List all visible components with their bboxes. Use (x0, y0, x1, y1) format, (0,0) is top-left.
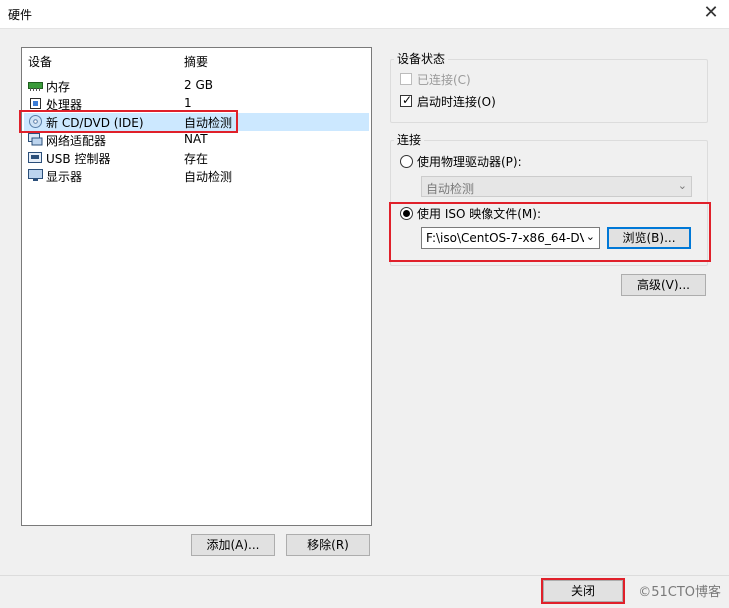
checkmark-icon: ✓ (402, 93, 413, 107)
display-icon (28, 169, 43, 181)
browse-button[interactable]: 浏览(B)... (607, 227, 691, 249)
device-summary: 自动检测 (184, 170, 233, 184)
device-row-display[interactable]: 显示器 自动检测 (24, 167, 369, 185)
physical-drive-value: 自动检测 (426, 182, 475, 196)
window-title: 硬件 (8, 8, 33, 22)
add-device-button[interactable]: 添加(A)... (191, 534, 275, 556)
iso-image-radio[interactable] (400, 207, 413, 220)
chevron-down-icon: ⌄ (585, 230, 595, 243)
memory-icon (28, 82, 43, 91)
column-header-summary: 摘要 (184, 55, 209, 69)
connect-on-power-checkbox[interactable]: ✓ (400, 93, 413, 107)
iso-path-value: F:\iso\CentOS-7-x86_64-DV (426, 231, 584, 245)
device-name: 网络适配器 (46, 134, 107, 148)
device-row-usb-controller[interactable]: USB 控制器 存在 (24, 149, 369, 167)
chevron-down-icon: ⌄ (677, 179, 687, 192)
column-header-device: 设备 (28, 55, 53, 69)
processor-icon (30, 98, 41, 109)
footer-divider (0, 575, 729, 576)
physical-drive-label: 使用物理驱动器(P): (417, 155, 522, 169)
close-icon[interactable]: ✕ (699, 2, 723, 24)
device-name: 内存 (46, 80, 71, 94)
physical-drive-radio[interactable] (400, 155, 413, 168)
device-summary: 2 GB (184, 78, 213, 92)
device-row-memory[interactable]: 内存 2 GB (24, 77, 369, 95)
device-status-legend: 设备状态 (394, 50, 449, 67)
connect-on-power-label: 启动时连接(O) (417, 95, 496, 109)
device-status-group (390, 59, 708, 123)
device-summary: 存在 (184, 152, 209, 166)
connected-label: 已连接(C) (417, 73, 471, 87)
network-adapter-icon (28, 133, 43, 146)
device-summary: 1 (184, 96, 192, 110)
remove-device-button[interactable]: 移除(R) (286, 534, 370, 556)
device-row-network-adapter[interactable]: 网络适配器 NAT (24, 131, 369, 149)
advanced-button[interactable]: 高级(V)... (621, 274, 706, 296)
device-name: USB 控制器 (46, 152, 111, 166)
close-button-highlight (541, 578, 625, 604)
radio-selected-dot (403, 210, 410, 217)
cd-dvd-row-highlight (19, 110, 238, 133)
device-name: 显示器 (46, 170, 83, 184)
title-bar: 硬件 ✕ (0, 0, 729, 29)
connected-checkbox[interactable] (400, 73, 412, 85)
usb-controller-icon (28, 152, 42, 163)
iso-image-label: 使用 ISO 映像文件(M): (417, 207, 541, 221)
iso-path-combobox[interactable]: F:\iso\CentOS-7-x86_64-DV ⌄ (421, 227, 600, 249)
physical-drive-select[interactable]: 自动检测 ⌄ (421, 176, 692, 197)
device-summary: NAT (184, 132, 208, 146)
connection-legend: 连接 (394, 131, 425, 148)
watermark: ©51CTO博客 (638, 585, 721, 600)
